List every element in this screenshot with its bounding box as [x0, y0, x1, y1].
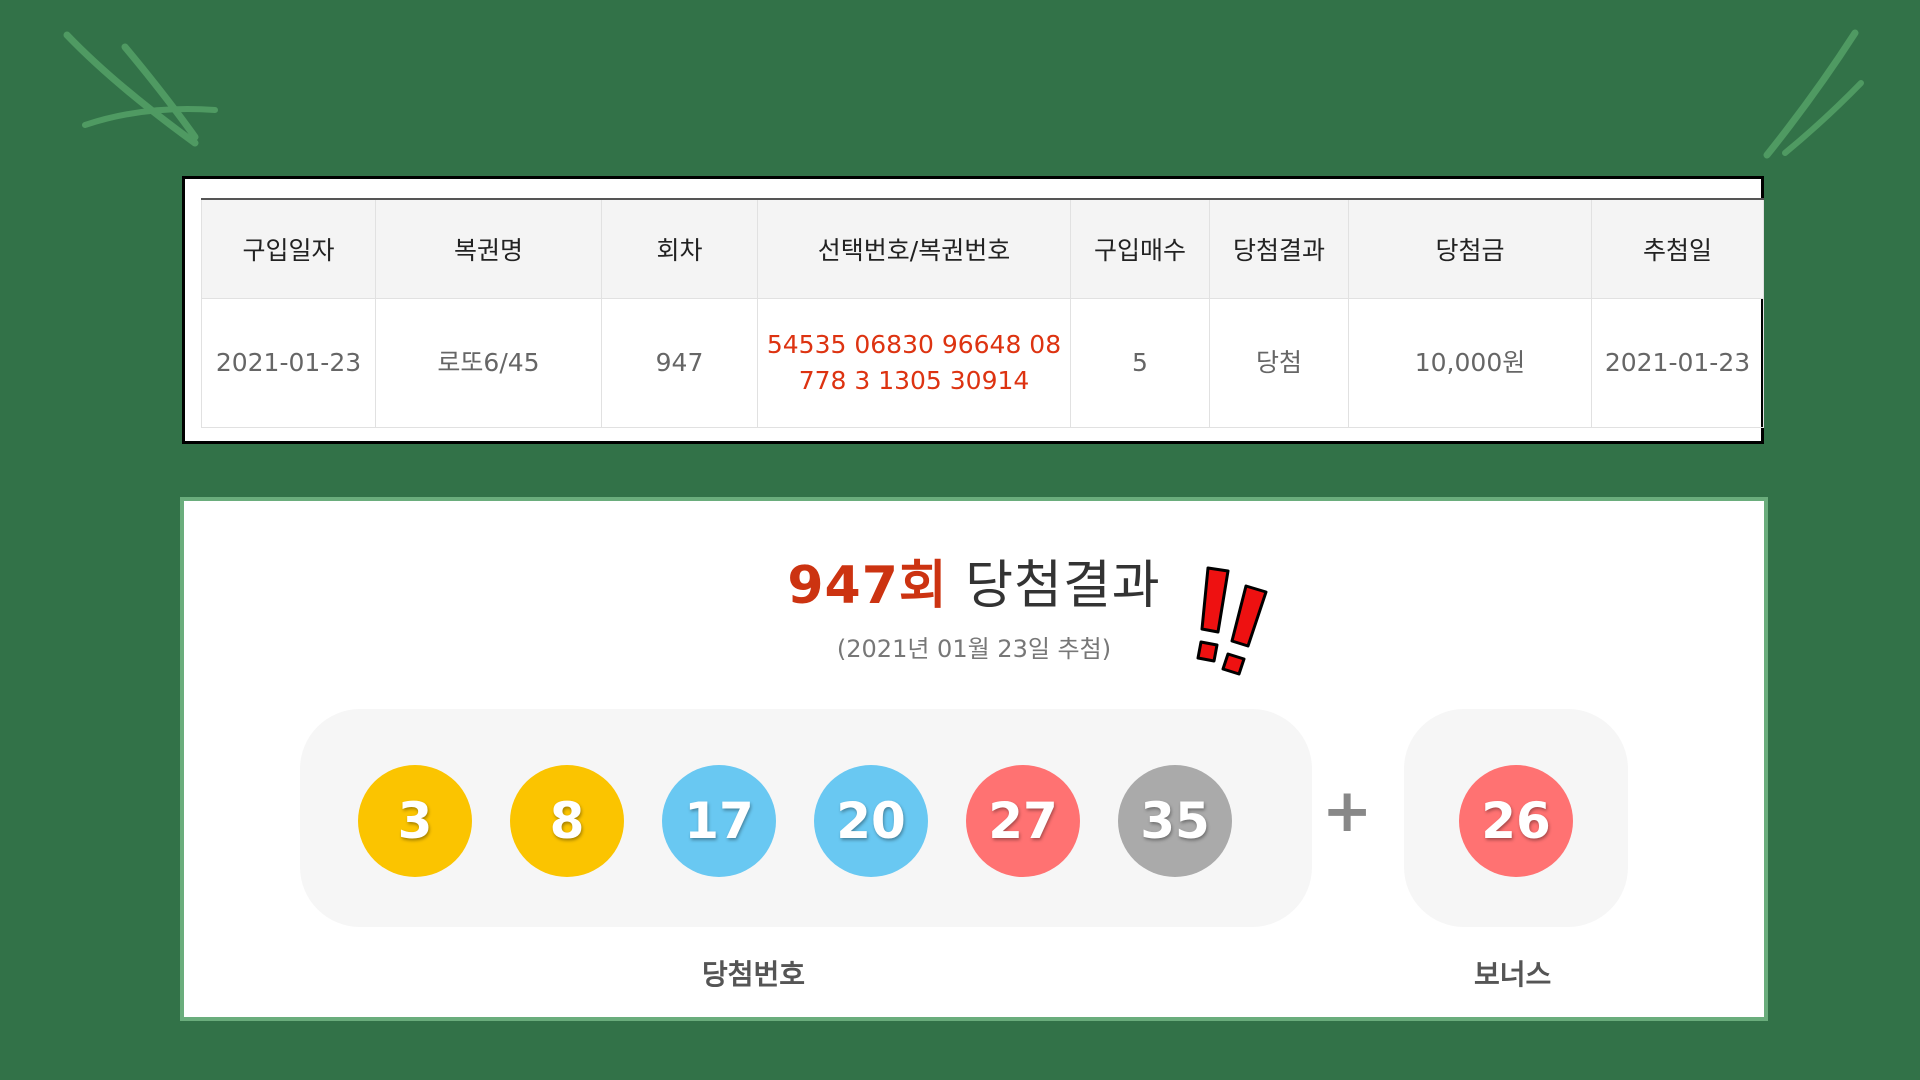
table-header-row: 구입일자 복권명 회차 선택번호/복권번호 구입매수 당첨결과 당첨금 추첨일 — [201, 199, 1764, 299]
cell-round: 947 — [601, 298, 758, 428]
bonus-number-box: 26 — [1404, 709, 1628, 927]
header-result: 당첨결과 — [1209, 199, 1349, 299]
cell-quantity: 5 — [1070, 298, 1210, 428]
winning-number-ball: 3 — [358, 765, 472, 877]
purchase-history-panel: 구입일자 복권명 회차 선택번호/복권번호 구입매수 당첨결과 당첨금 추첨일 … — [182, 176, 1764, 444]
purchase-history-table: 구입일자 복권명 회차 선택번호/복권번호 구입매수 당첨결과 당첨금 추첨일 … — [201, 198, 1764, 428]
winning-numbers-caption: 당첨번호 — [702, 958, 806, 991]
winning-number-ball: 8 — [510, 765, 624, 877]
exclamation-icon — [1196, 566, 1286, 680]
result-title: 947회 당첨결과 — [184, 543, 1764, 618]
leaf-icon-right — [1755, 25, 1875, 165]
header-lottery-name: 복권명 — [375, 199, 602, 299]
cell-result: 당첨 — [1209, 298, 1349, 428]
winning-number-ball: 35 — [1118, 765, 1232, 877]
header-draw-date: 추첨일 — [1591, 199, 1764, 299]
leaf-icon-left — [55, 25, 225, 155]
table-row: 2021-01-23 로또6/45 947 54535 06830 96648 … — [201, 298, 1764, 428]
winning-number-ball: 20 — [814, 765, 928, 877]
result-round: 947회 — [787, 556, 948, 616]
winning-number-ball: 27 — [966, 765, 1080, 877]
header-purchase-date: 구입일자 — [201, 199, 376, 299]
winning-numbers-box: 3 8 17 20 27 35 — [300, 709, 1312, 927]
draw-result-panel: 947회 당첨결과 (2021년 01월 23일 추첨) 3 8 17 20 27 35 … — [180, 497, 1768, 1021]
cell-ticket-numbers[interactable]: 54535 06830 96648 08778 3 1305 30914 — [757, 298, 1071, 428]
cell-prize: 10,000원 — [1348, 298, 1592, 428]
winning-number-ball: 17 — [662, 765, 776, 877]
bonus-caption: 보너스 — [1474, 958, 1552, 991]
result-title-text: 당첨결과 — [965, 556, 1161, 616]
header-numbers: 선택번호/복권번호 — [757, 199, 1071, 299]
draw-date-text: (2021년 01월 23일 추첨) — [836, 635, 1112, 663]
bonus-number-ball: 26 — [1459, 765, 1573, 877]
header-quantity: 구입매수 — [1070, 199, 1210, 299]
header-prize: 당첨금 — [1348, 199, 1592, 299]
cell-draw-date: 2021-01-23 — [1591, 298, 1764, 428]
plus-icon: + — [1322, 776, 1373, 846]
header-round: 회차 — [601, 199, 758, 299]
cell-lottery-name: 로또6/45 — [375, 298, 602, 428]
cell-purchase-date: 2021-01-23 — [201, 298, 376, 428]
